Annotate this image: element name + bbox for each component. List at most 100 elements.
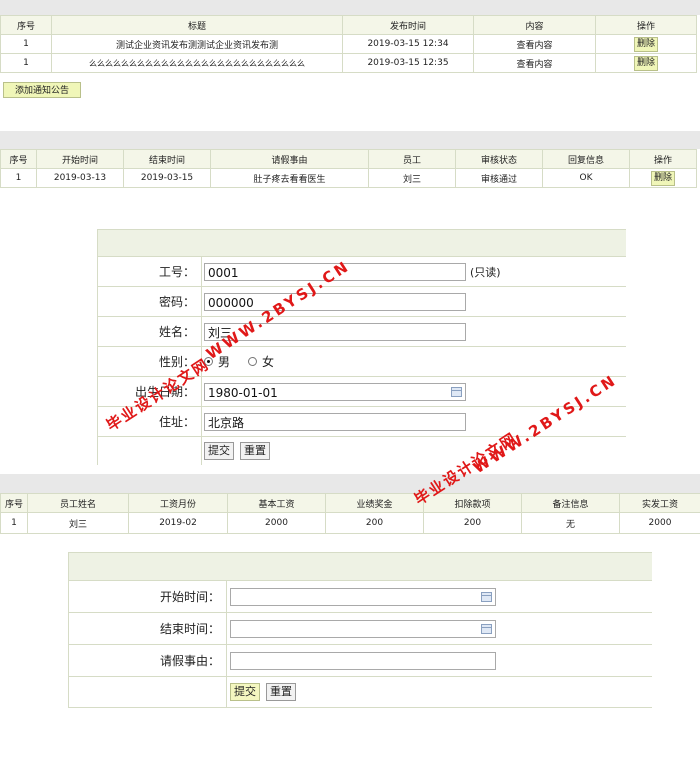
password-label: 密码： [98, 287, 202, 316]
reason-input[interactable] [230, 651, 496, 670]
view-content-link[interactable]: 查看内容 [473, 34, 596, 54]
cell-end: 2019-03-15 [123, 168, 211, 188]
readonly-note: (只读) [470, 265, 501, 279]
col-header: 工资月份 [128, 493, 228, 513]
col-header: 实发工资 [619, 493, 700, 513]
form-row-name: 姓名： 刘三 [98, 317, 626, 347]
start-date-input[interactable] [230, 587, 496, 606]
leave-request-form: 开始时间： 结束时间： 请假事由： 提交 重置 [68, 552, 652, 708]
table-row: 1 2019-03-13 2019-03-15 肚子疼去看看医生 刘三 审核通过… [0, 168, 697, 188]
col-header: 开始时间 [36, 149, 124, 169]
cell-name: 刘三 [27, 512, 129, 534]
end-date-input[interactable] [230, 619, 496, 638]
delete-button[interactable]: 删除 [633, 36, 658, 52]
cell-reply: OK [542, 168, 630, 188]
col-header: 标题 [51, 15, 343, 35]
gender-female-radio[interactable]: 女 [248, 353, 274, 370]
cell-no: 1 [0, 512, 28, 534]
cell-no: 1 [0, 168, 37, 188]
col-header: 回复信息 [542, 149, 630, 169]
view-content-link[interactable]: 查看内容 [473, 53, 596, 73]
leave-table: 序号 开始时间 结束时间 请假事由 员工 审核状态 回复信息 操作 1 2019… [0, 149, 697, 188]
name-label: 姓名： [98, 317, 202, 346]
end-field-wrap [230, 613, 496, 644]
form-row-end: 结束时间： [69, 613, 652, 645]
col-header: 请假事由 [210, 149, 369, 169]
cell-title: 测试企业资讯发布测测试企业资讯发布测 [51, 34, 343, 54]
birth-date-input[interactable]: 1980-01-01 [204, 382, 466, 401]
leave-header-band [0, 131, 700, 149]
form-header [69, 552, 652, 581]
leave-table-header: 序号 开始时间 结束时间 请假事由 员工 审核状态 回复信息 操作 [0, 149, 697, 169]
cell-reason: 肚子疼去看看医生 [210, 168, 369, 188]
notice-table-header: 序号 标题 发布时间 内容 操作 [0, 15, 697, 35]
col-header: 内容 [473, 15, 596, 35]
submit-button[interactable]: 提交 [204, 442, 234, 460]
cell-month: 2019-02 [128, 512, 228, 534]
notice-header-band [0, 0, 700, 15]
reason-field-wrap [230, 645, 496, 676]
calendar-icon[interactable] [481, 623, 492, 634]
cell-title: 么么么么么么么么么么么么么么么么么么么么么么么么么么么 [51, 53, 343, 73]
salary-table: 序号 员工姓名 工资月份 基本工资 业绩奖金 扣除款项 备注信息 实发工资 1 … [0, 493, 700, 534]
form-row-actions: 提交 重置 [69, 677, 652, 708]
add-notice-button[interactable]: 添加通知公告 [3, 82, 81, 98]
col-header: 基本工资 [227, 493, 326, 513]
cell-no: 1 [0, 53, 52, 73]
cell-start: 2019-03-13 [36, 168, 124, 188]
col-header: 序号 [0, 15, 52, 35]
female-label: 女 [262, 355, 275, 369]
notice-table: 序号 标题 发布时间 内容 操作 1 测试企业资讯发布测测试企业资讯发布测 20… [0, 15, 697, 73]
form-row-reason: 请假事由： [69, 645, 652, 677]
actions-wrap: 提交 重置 [230, 677, 302, 707]
cell-action: 删除 [595, 34, 697, 54]
actions-spacer [98, 437, 202, 465]
address-input[interactable]: 北京路 [204, 412, 466, 431]
radio-dot [248, 357, 258, 366]
table-row: 1 么么么么么么么么么么么么么么么么么么么么么么么么么么么 2019-03-15… [0, 53, 697, 73]
col-header: 发布时间 [342, 15, 474, 35]
col-header: 结束时间 [123, 149, 211, 169]
reset-button[interactable]: 重置 [266, 683, 296, 701]
form-row-id: 工号： 0001 (只读) [98, 257, 626, 287]
end-label: 结束时间： [69, 613, 227, 644]
password-input[interactable]: 000000 [204, 292, 466, 311]
start-field-wrap [230, 581, 496, 612]
reset-button[interactable]: 重置 [240, 442, 270, 460]
birth-date-value: 1980-01-01 [208, 385, 278, 400]
cell-status: 审核通过 [455, 168, 543, 188]
id-label: 工号： [98, 257, 202, 286]
calendar-icon[interactable] [481, 591, 492, 602]
col-header: 序号 [0, 493, 28, 513]
cell-time: 2019-03-15 12:34 [342, 34, 474, 54]
reason-label: 请假事由： [69, 645, 227, 676]
birth-field-wrap: 1980-01-01 [204, 377, 466, 406]
form-row-start: 开始时间： [69, 581, 652, 613]
cell-action: 删除 [629, 168, 697, 188]
col-header: 业绩奖金 [325, 493, 424, 513]
col-header: 备注信息 [521, 493, 620, 513]
col-header: 员工姓名 [27, 493, 129, 513]
cell-bonus: 200 [325, 512, 424, 534]
calendar-icon[interactable] [451, 386, 462, 397]
table-row: 1 刘三 2019-02 2000 200 200 无 2000 [0, 512, 700, 534]
address-field-wrap: 北京路 [204, 407, 466, 436]
submit-button[interactable]: 提交 [230, 683, 260, 701]
form-row-actions: 提交 重置 [98, 437, 626, 465]
cell-deduct: 200 [423, 512, 522, 534]
cell-actual: 2000 [619, 512, 700, 534]
delete-button[interactable]: 删除 [650, 170, 675, 186]
cell-time: 2019-03-15 12:35 [342, 53, 474, 73]
col-header: 操作 [595, 15, 697, 35]
start-label: 开始时间： [69, 581, 227, 612]
actions-wrap: 提交 重置 [204, 437, 276, 465]
delete-button[interactable]: 删除 [633, 55, 658, 71]
password-field-wrap: 000000 [204, 287, 466, 316]
actions-spacer [69, 677, 227, 707]
col-header: 员工 [368, 149, 456, 169]
salary-table-header: 序号 员工姓名 工资月份 基本工资 业绩奖金 扣除款项 备注信息 实发工资 [0, 493, 700, 513]
cell-action: 删除 [595, 53, 697, 73]
cell-base: 2000 [227, 512, 326, 534]
col-header: 审核状态 [455, 149, 543, 169]
form-row-password: 密码： 000000 [98, 287, 626, 317]
